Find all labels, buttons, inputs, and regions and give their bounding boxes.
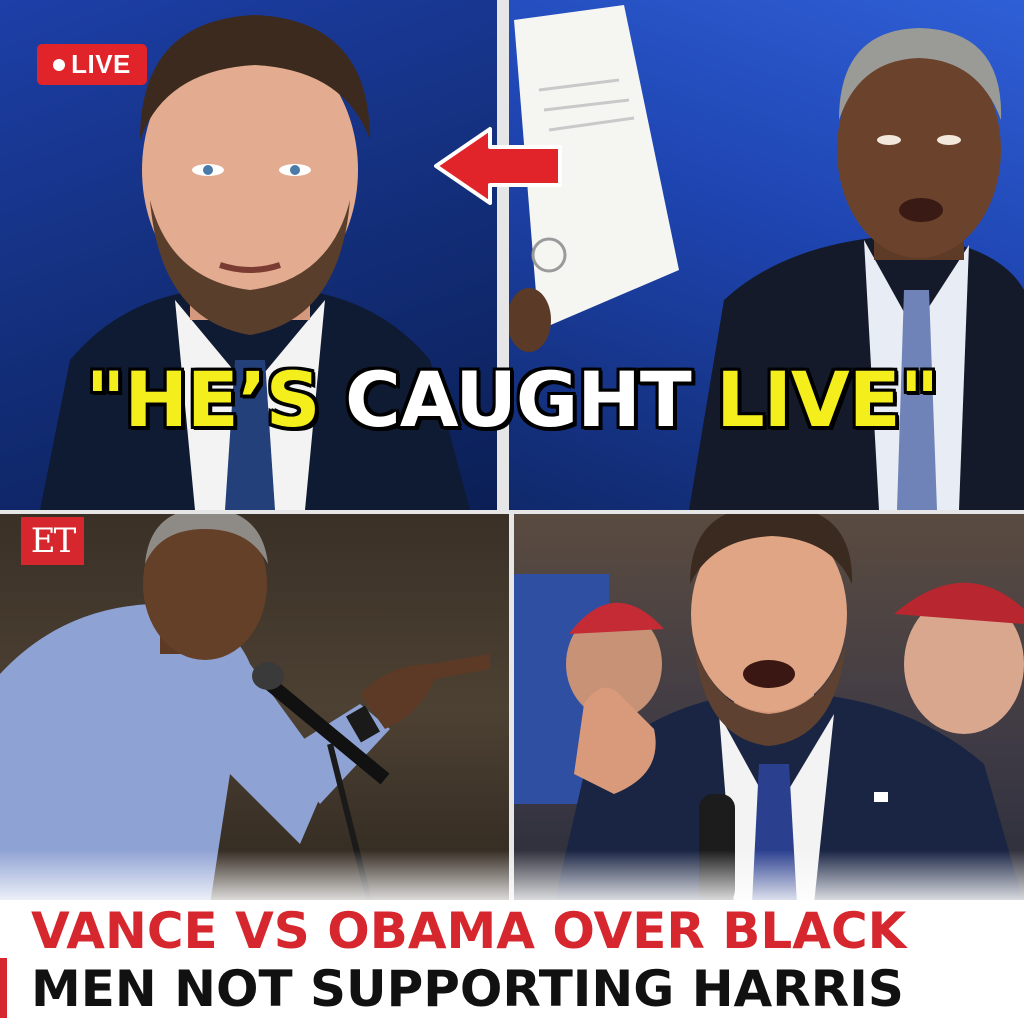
left-arrow-icon [434, 127, 562, 205]
quote-part-he-s: "HE’S [85, 355, 321, 444]
quote-part-live: LIVE" [716, 355, 939, 444]
live-badge: LIVE [37, 44, 147, 85]
live-dot-icon [53, 58, 66, 71]
overlay-quote: "HE’S CAUGHT LIVE" [0, 352, 1024, 448]
headline-accent-bar [0, 958, 7, 1018]
quote-part-caught: CAUGHT [344, 355, 692, 444]
live-badge-label: LIVE [71, 49, 131, 79]
photo-panel-bottom-left [0, 514, 509, 904]
et-logo: ET [21, 517, 84, 565]
headline-line-1: VANCE VS OBAMA OVER BLACK [31, 902, 907, 960]
speaker-pointing-photo [0, 514, 490, 904]
et-logo-text: ET [30, 521, 76, 561]
photo-panel-bottom-right [514, 514, 1024, 904]
speaker-laughing-photo [514, 514, 1024, 904]
headline-line-2: MEN NOT SUPPORTING HARRIS [31, 960, 904, 1018]
